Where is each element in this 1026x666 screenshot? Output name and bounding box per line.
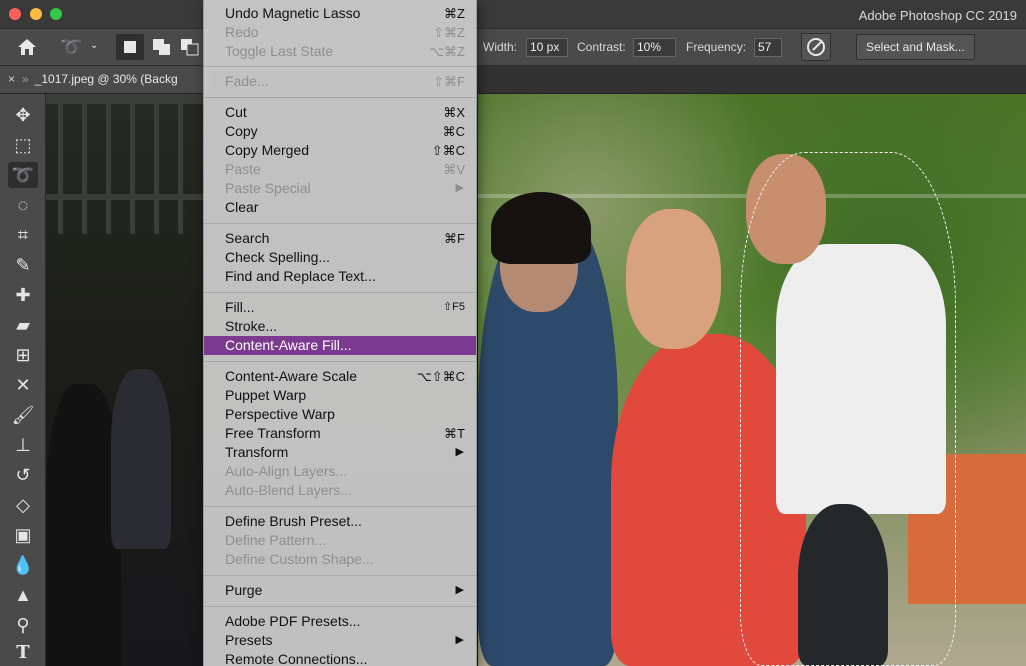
submenu-arrow-icon: ▶ bbox=[455, 446, 464, 458]
move-tool-icon[interactable]: ✥ bbox=[8, 102, 38, 128]
edit-menu: Undo Magnetic Lasso ⌘Z Redo ⇧⌘Z Toggle Las… bbox=[203, 0, 477, 666]
gradient-tool-icon[interactable]: ▣ bbox=[8, 522, 38, 548]
menu-item-undo-magnetic-lasso[interactable]: Undo Magnetic Lasso ⌘Z bbox=[204, 4, 476, 23]
eraser-tool-icon[interactable]: ◇ bbox=[8, 492, 38, 518]
menu-item-free-transform[interactable]: Free Transform ⌘T bbox=[204, 424, 476, 443]
menu-item-copy[interactable]: Copy ⌘C bbox=[204, 122, 476, 141]
menu-item-adobe-pdf-presets[interactable]: Adobe PDF Presets... bbox=[204, 612, 476, 631]
menu-item-perspective-warp[interactable]: Perspective Warp bbox=[204, 405, 476, 424]
tab-overflow-icon[interactable]: » bbox=[22, 72, 29, 86]
menu-separator bbox=[204, 223, 476, 224]
document-canvas[interactable] bbox=[46, 94, 1026, 666]
menu-item-find-replace-text[interactable]: Find and Replace Text... bbox=[204, 267, 476, 286]
submenu-arrow-icon: ▶ bbox=[455, 584, 464, 596]
menu-item-auto-blend-layers[interactable]: Auto-Blend Layers... bbox=[204, 481, 476, 500]
menu-item-content-aware-scale[interactable]: Content-Aware Scale ⌥⇧⌘C bbox=[204, 367, 476, 386]
frame-tool-icon[interactable]: ⊞ bbox=[8, 342, 38, 368]
menu-item-presets[interactable]: Presets ▶ bbox=[204, 631, 476, 650]
menu-item-purge[interactable]: Purge ▶ bbox=[204, 581, 476, 600]
new-selection-icon[interactable] bbox=[116, 34, 144, 60]
menu-separator bbox=[204, 575, 476, 576]
submenu-arrow-icon: ▶ bbox=[455, 634, 464, 646]
options-bar: ➰ ⌄ Width: 10 px Contrast: 10% Frequency… bbox=[0, 28, 1026, 66]
menu-separator bbox=[204, 361, 476, 362]
app-title: Adobe Photoshop CC 2019 bbox=[858, 8, 1017, 23]
document-tab-title: _1017.jpeg @ 30% (Backg bbox=[34, 72, 178, 86]
menu-item-define-brush-preset[interactable]: Define Brush Preset... bbox=[204, 512, 476, 531]
magnetic-lasso-tool-icon[interactable]: ➰ bbox=[8, 162, 38, 188]
menu-separator bbox=[204, 66, 476, 67]
selection-marquee bbox=[740, 152, 956, 666]
marquee-tool-icon[interactable]: ⬚ bbox=[8, 132, 38, 158]
menu-item-content-aware-fill[interactable]: Content-Aware Fill... bbox=[204, 336, 476, 355]
contrast-label: Contrast: bbox=[577, 40, 626, 54]
menu-item-check-spelling[interactable]: Check Spelling... bbox=[204, 248, 476, 267]
add-selection-icon[interactable] bbox=[152, 38, 172, 61]
width-input[interactable]: 10 px bbox=[526, 38, 568, 57]
magnetic-lasso-icon[interactable]: ➰ bbox=[60, 37, 82, 58]
submenu-arrow-icon: ▶ bbox=[455, 182, 464, 194]
width-label: Width: bbox=[483, 40, 518, 54]
menu-item-search[interactable]: Search ⌘F bbox=[204, 229, 476, 248]
close-tab-icon[interactable]: × bbox=[8, 66, 22, 93]
menu-separator bbox=[204, 506, 476, 507]
title-bar: Adobe Photoshop CC 2019 bbox=[0, 0, 1026, 28]
brush-tool-icon[interactable]: 🖌 bbox=[8, 402, 38, 428]
menu-item-fill[interactable]: Fill... ⇧F5 bbox=[204, 298, 476, 317]
clone-stamp-tool-icon[interactable]: ⊥ bbox=[8, 432, 38, 458]
quick-selection-tool-icon[interactable]: ◌ bbox=[8, 192, 38, 218]
menu-item-toggle-last-state[interactable]: Toggle Last State ⌥⌘Z bbox=[204, 42, 476, 61]
pen-pressure-icon[interactable] bbox=[801, 33, 831, 61]
menu-separator bbox=[204, 606, 476, 607]
eyedropper-tool-icon[interactable]: ✎ bbox=[8, 252, 38, 278]
menu-item-define-custom-shape[interactable]: Define Custom Shape... bbox=[204, 550, 476, 569]
bandage-tool-icon[interactable]: ▰ bbox=[8, 312, 38, 338]
minimize-window-button[interactable] bbox=[30, 8, 42, 20]
menu-item-auto-align-layers[interactable]: Auto-Align Layers... bbox=[204, 462, 476, 481]
document-tab[interactable]: ×» _1017.jpeg @ 30% (Backg bbox=[0, 66, 210, 93]
menu-item-paste-special[interactable]: Paste Special ▶ bbox=[204, 179, 476, 198]
type-tool-icon[interactable]: T bbox=[8, 640, 38, 666]
crop-tool-icon[interactable]: ⌗ bbox=[8, 222, 38, 248]
menu-item-copy-merged[interactable]: Copy Merged ⇧⌘C bbox=[204, 141, 476, 160]
menu-item-define-pattern[interactable]: Define Pattern... bbox=[204, 531, 476, 550]
maximize-window-button[interactable] bbox=[50, 8, 62, 20]
content-aware-move-tool-icon[interactable]: ✕ bbox=[8, 372, 38, 398]
menu-item-puppet-warp[interactable]: Puppet Warp bbox=[204, 386, 476, 405]
frequency-input[interactable]: 57 bbox=[754, 38, 782, 57]
frequency-label: Frequency: bbox=[686, 40, 747, 54]
menu-item-fade[interactable]: Fade... ⇧⌘F bbox=[204, 72, 476, 91]
menu-item-cut[interactable]: Cut ⌘X bbox=[204, 103, 476, 122]
spot-healing-tool-icon[interactable]: ✚ bbox=[8, 282, 38, 308]
blur-tool-icon[interactable]: 💧 bbox=[8, 552, 38, 578]
chevron-down-icon[interactable]: ⌄ bbox=[90, 40, 98, 51]
sharpen-tool-icon[interactable]: ▲ bbox=[8, 582, 38, 608]
menu-separator bbox=[204, 292, 476, 293]
menu-item-clear[interactable]: Clear bbox=[204, 198, 476, 217]
home-icon[interactable] bbox=[16, 37, 38, 62]
menu-separator bbox=[204, 97, 476, 98]
menu-item-remote-connections[interactable]: Remote Connections... bbox=[204, 650, 476, 666]
dodge-tool-icon[interactable]: ⚲ bbox=[8, 612, 38, 638]
menu-item-paste[interactable]: Paste ⌘V bbox=[204, 160, 476, 179]
menu-item-transform[interactable]: Transform ▶ bbox=[204, 443, 476, 462]
select-and-mask-button[interactable]: Select and Mask... bbox=[856, 34, 975, 60]
document-tab-bar: ×» _1017.jpeg @ 30% (Backg bbox=[0, 66, 1026, 94]
contrast-input[interactable]: 10% bbox=[633, 38, 676, 57]
history-brush-tool-icon[interactable]: ↺ bbox=[8, 462, 38, 488]
toolbox: ✥ ⬚ ➰ ◌ ⌗ ✎ ✚ ▰ ⊞ ✕ 🖌 ⊥ ↺ ◇ ▣ 💧 ▲ ⚲ T bbox=[0, 94, 46, 666]
menu-item-stroke[interactable]: Stroke... bbox=[204, 317, 476, 336]
subtract-selection-icon[interactable] bbox=[180, 38, 200, 61]
close-window-button[interactable] bbox=[9, 8, 21, 20]
menu-item-redo[interactable]: Redo ⇧⌘Z bbox=[204, 23, 476, 42]
